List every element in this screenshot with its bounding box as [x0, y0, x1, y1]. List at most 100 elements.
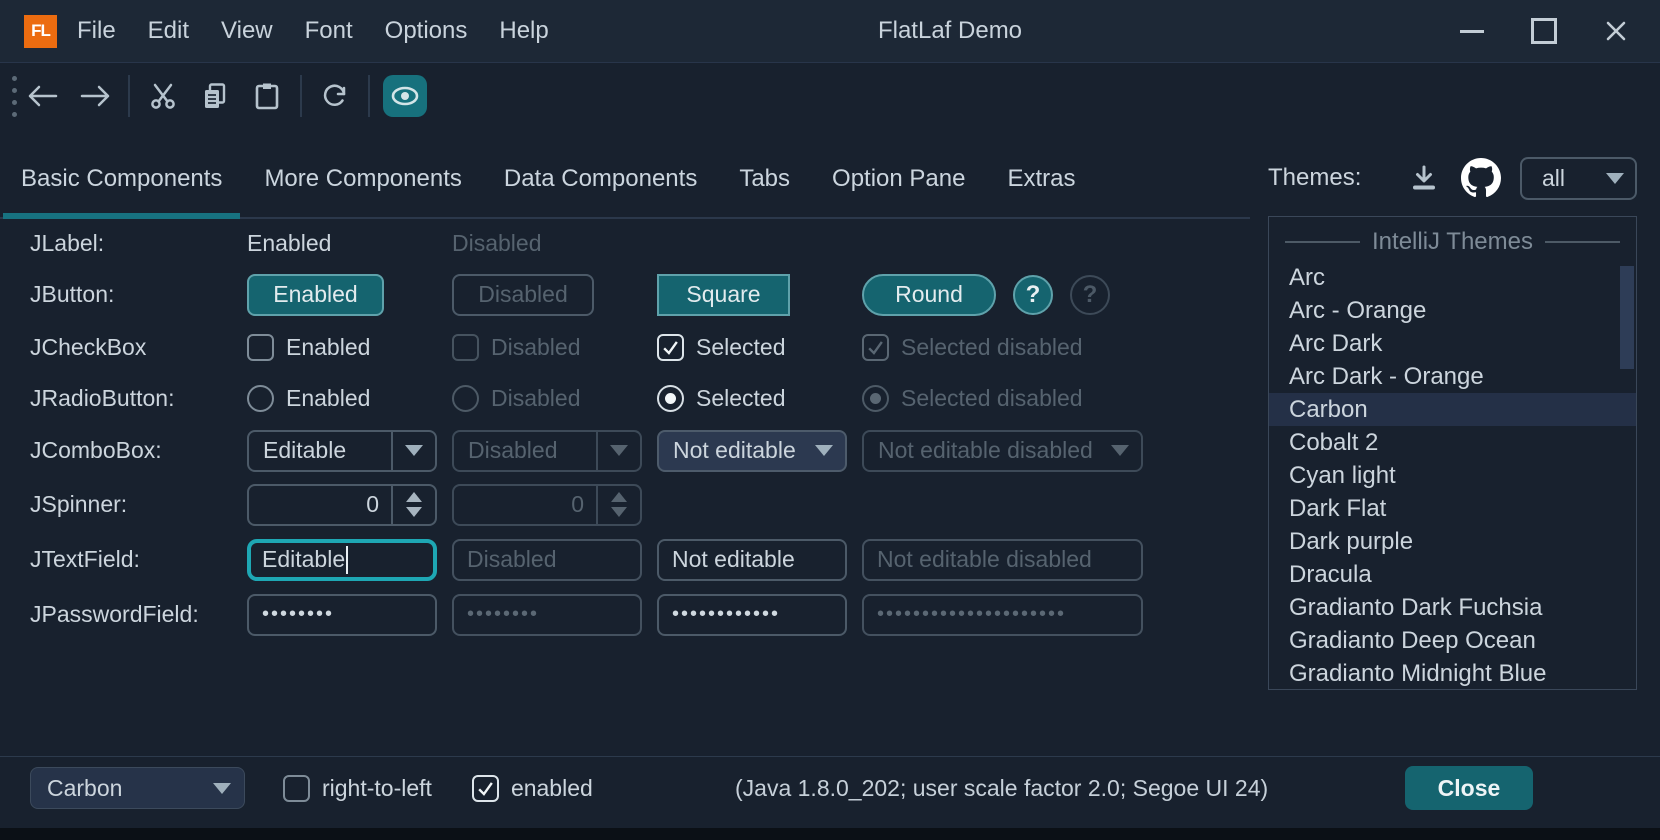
toolbar — [0, 63, 427, 129]
passwordfield-editable[interactable]: •••••••• — [247, 594, 437, 636]
combobox-value[interactable]: Editable — [249, 437, 391, 464]
textfield-value[interactable]: Editable — [262, 546, 345, 573]
checkbox-selected[interactable]: Selected — [657, 334, 786, 361]
enabled-checkbox[interactable]: enabled — [472, 775, 593, 802]
square-button[interactable]: Square — [657, 274, 790, 316]
refresh-button[interactable] — [309, 73, 361, 119]
copy-button[interactable] — [189, 73, 241, 119]
help-button[interactable]: ? — [1013, 275, 1053, 315]
checkbox-checked-icon[interactable] — [472, 775, 499, 802]
lookandfeel-value[interactable]: Carbon — [31, 775, 200, 802]
paste-button[interactable] — [241, 73, 293, 119]
theme-list-item[interactable]: Arc — [1269, 261, 1636, 294]
menu-edit[interactable]: Edit — [132, 0, 205, 62]
back-button[interactable] — [17, 73, 69, 119]
textfield-editable[interactable]: Editable — [247, 539, 437, 581]
theme-list-item[interactable]: Arc Dark — [1269, 327, 1636, 360]
tab-extras[interactable]: Extras — [986, 140, 1096, 217]
theme-list-item[interactable]: Arc - Orange — [1269, 294, 1636, 327]
theme-list-item[interactable]: Gradianto Midnight Blue — [1269, 657, 1636, 690]
theme-list-item[interactable]: Gradianto Dark Fuchsia — [1269, 591, 1636, 624]
menu-file[interactable]: File — [61, 0, 132, 62]
theme-list-item[interactable]: Dark purple — [1269, 525, 1636, 558]
theme-list-item[interactable]: Arc Dark - Orange — [1269, 360, 1636, 393]
themes-header: Themes: all — [1268, 152, 1637, 204]
theme-list-item[interactable]: Dracula — [1269, 558, 1636, 591]
combobox-not-editable[interactable]: Not editable — [657, 430, 847, 472]
jpasswordfield-row-label: JPasswordField: — [0, 601, 247, 628]
right-to-left-checkbox[interactable]: right-to-left — [283, 775, 432, 802]
enabled-label: enabled — [511, 775, 593, 802]
chevron-down-icon[interactable] — [391, 432, 435, 470]
combobox-editable[interactable]: Editable — [247, 430, 437, 472]
github-icon[interactable] — [1461, 158, 1501, 198]
forward-button[interactable] — [69, 73, 121, 119]
chevron-down-icon[interactable] — [803, 432, 845, 470]
combobox-value[interactable]: Not editable — [659, 437, 803, 464]
tab-more-components[interactable]: More Components — [243, 140, 482, 217]
radio-enabled[interactable]: Enabled — [247, 385, 370, 412]
themes-list-panel: IntelliJ Themes ArcArc - OrangeArc DarkA… — [1268, 216, 1637, 690]
round-button[interactable]: Round — [862, 274, 996, 316]
spinner-arrows[interactable] — [391, 486, 435, 524]
radio-icon — [452, 385, 479, 412]
chevron-down-icon[interactable] — [1595, 173, 1635, 184]
checkbox-icon[interactable] — [283, 775, 310, 802]
tab-data-components[interactable]: Data Components — [483, 140, 718, 217]
radio-label: Selected — [696, 385, 786, 412]
menu-font[interactable]: Font — [289, 0, 369, 62]
password-dots: •••••••••••• — [672, 603, 780, 626]
spinner-disabled: 0 — [452, 484, 642, 526]
basic-components-panel: JLabel: Enabled Disabled JButton: Enable… — [0, 219, 1250, 642]
enabled-button[interactable]: Enabled — [247, 274, 384, 316]
checkbox-label: Selected — [696, 334, 786, 361]
checkbox-enabled[interactable]: Enabled — [247, 334, 370, 361]
lookandfeel-combobox[interactable]: Carbon — [30, 767, 245, 809]
toolbar-separator — [128, 75, 130, 117]
chevron-down-icon[interactable] — [200, 783, 244, 794]
cut-button[interactable] — [137, 73, 189, 119]
tab-option-pane[interactable]: Option Pane — [811, 140, 986, 217]
minimize-button[interactable] — [1436, 0, 1508, 62]
checkbox-checked-icon[interactable] — [657, 334, 684, 361]
refresh-icon — [321, 82, 349, 110]
spinner-up-icon — [406, 492, 422, 502]
password-dots[interactable]: •••••••• — [262, 603, 334, 626]
text-caret — [346, 546, 348, 574]
tab-basic-components[interactable]: Basic Components — [0, 140, 243, 217]
combobox-not-editable-disabled: Not editable disabled — [862, 430, 1143, 472]
radio-icon[interactable] — [247, 385, 274, 412]
theme-list-item[interactable]: Carbon — [1269, 393, 1636, 426]
maximize-button[interactable] — [1508, 0, 1580, 62]
show-hidden-toggle-button[interactable] — [383, 75, 427, 117]
theme-filter-combobox[interactable]: all — [1520, 157, 1637, 200]
menu-help[interactable]: Help — [483, 0, 564, 62]
theme-list-item[interactable]: Gradianto Deep Ocean — [1269, 624, 1636, 657]
jcheckbox-row-label: JCheckBox — [0, 334, 247, 361]
theme-list-item[interactable]: Cyan light — [1269, 459, 1636, 492]
spinner-value[interactable]: 0 — [249, 491, 391, 518]
theme-filter-value[interactable]: all — [1522, 165, 1595, 192]
menubar: File Edit View Font Options Help — [61, 0, 565, 62]
close-button[interactable]: Close — [1405, 766, 1533, 810]
jtextfield-row-label: JTextField: — [0, 546, 247, 573]
theme-list-item[interactable]: Cobalt 2 — [1269, 426, 1636, 459]
themes-scrollbar-thumb[interactable] — [1620, 266, 1634, 369]
chevron-down-icon — [1099, 432, 1141, 470]
window-controls — [1436, 0, 1652, 62]
checkbox-disabled: Disabled — [452, 334, 581, 361]
tab-tabs[interactable]: Tabs — [718, 140, 811, 217]
spinner-enabled[interactable]: 0 — [247, 484, 437, 526]
radio-selected-disabled: Selected disabled — [862, 385, 1083, 412]
menu-options[interactable]: Options — [369, 0, 484, 62]
jcombobox-row-label: JComboBox: — [0, 437, 247, 464]
download-icon[interactable] — [1409, 163, 1439, 193]
theme-list-item[interactable]: Dark Flat — [1269, 492, 1636, 525]
radio-selected[interactable]: Selected — [657, 385, 786, 412]
radio-selected-icon[interactable] — [657, 385, 684, 412]
checkbox-icon[interactable] — [247, 334, 274, 361]
menu-view[interactable]: View — [205, 0, 289, 62]
copy-icon — [201, 82, 229, 110]
jlabel-row: JLabel: Enabled Disabled — [0, 219, 1250, 268]
close-window-button[interactable] — [1580, 0, 1652, 62]
